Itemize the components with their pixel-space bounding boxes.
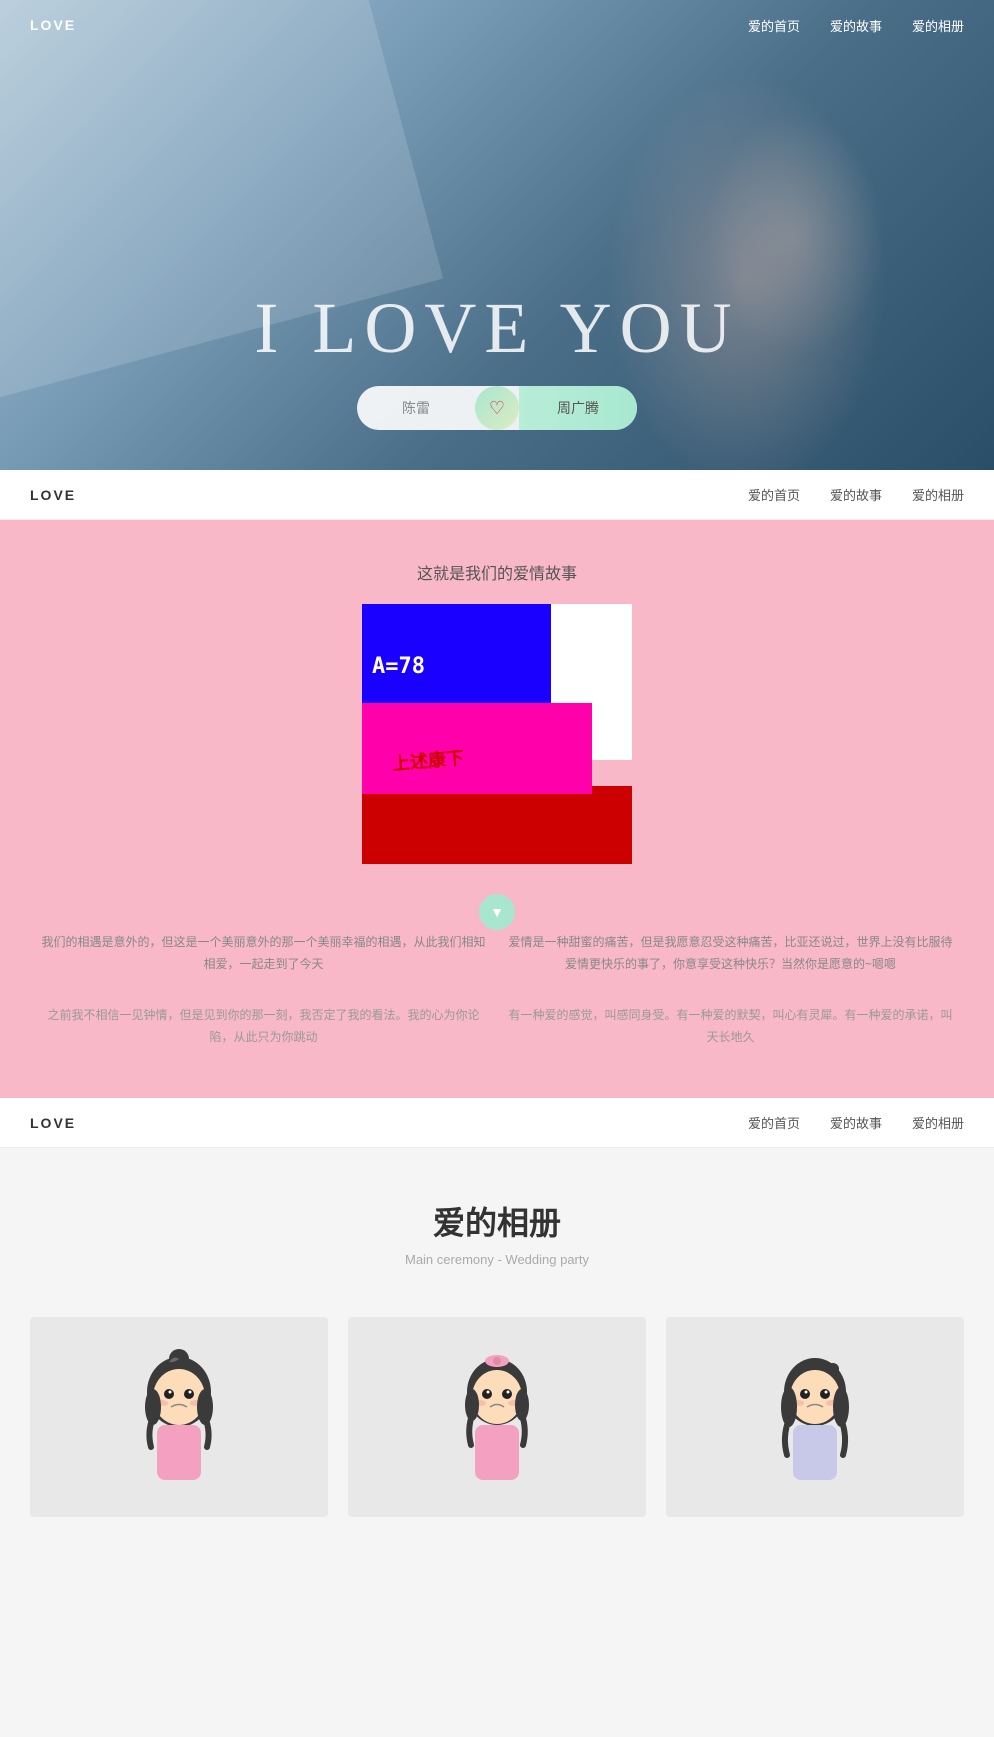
story-quote-right: 有一种爱的感觉，叫感同身受。有一种爱的默契，叫心有灵犀。有一种爱的承诺，叫天长地…: [507, 1005, 954, 1048]
glitch-text-1: A=78: [372, 654, 425, 679]
sticky-nav-album-2[interactable]: 爱的相册: [912, 1113, 964, 1132]
sticky-nav-1: LOVE 爱的首页 爱的故事 爱的相册: [0, 470, 994, 520]
glitch-red: [362, 786, 632, 864]
glitch-image: A=78 上述康下: [362, 604, 632, 864]
album-card-3[interactable]: [666, 1317, 964, 1517]
sticky-nav-2: LOVE 爱的首页 爱的故事 爱的相册: [0, 1098, 994, 1148]
hero-bg: LOVE 爱的首页 爱的故事 爱的相册 I LOVE YOU 陈雷 ♡ 周广腾: [0, 0, 994, 470]
sticky-nav-home-1[interactable]: 爱的首页: [748, 485, 800, 504]
cartoon-girl-1: [30, 1317, 328, 1517]
story-quote-left: 之前我不相信一见钟情，但是见到你的那一刻，我否定了我的看法。我的心为你论陷，从此…: [40, 1005, 487, 1048]
cartoon-girl-3: [666, 1317, 964, 1517]
couple-bar: 陈雷 ♡ 周广腾: [357, 386, 637, 430]
hero-title: I LOVE YOU: [0, 287, 994, 370]
sticky-nav-links-1: 爱的首页 爱的故事 爱的相册: [748, 485, 964, 504]
nav-link-album[interactable]: 爱的相册: [912, 16, 964, 35]
sticky-nav-album-1[interactable]: 爱的相册: [912, 485, 964, 504]
sticky-nav-links-2: 爱的首页 爱的故事 爱的相册: [748, 1113, 964, 1132]
nav-logo: LOVE: [30, 17, 76, 33]
nav-links: 爱的首页 爱的故事 爱的相册: [748, 16, 964, 35]
cartoon-girl-2: [348, 1317, 646, 1517]
story-center: A=78 上述康下: [30, 604, 964, 864]
album-card-2[interactable]: [348, 1317, 646, 1517]
story-text-left: 我们的相遇是意外的，但这是一个美丽意外的那一个美丽幸福的相遇，从此我们相知相爱，…: [40, 932, 487, 975]
album-subtitle: Main ceremony - Wedding party: [30, 1252, 964, 1267]
name-right: 周广腾: [519, 386, 637, 430]
sticky-logo-1: LOVE: [30, 487, 76, 503]
story-section: 这就是我们的爱情故事 A=78 上述康下 ▼ 我们的相遇是意外的，但这是一个美丽…: [0, 520, 994, 1098]
glitch-magenta: [362, 703, 592, 794]
hero-nav: LOVE 爱的首页 爱的故事 爱的相册: [0, 0, 994, 50]
heart-icon: ♡: [475, 386, 519, 430]
sticky-nav-story-2[interactable]: 爱的故事: [830, 1113, 882, 1132]
sticky-nav-home-2[interactable]: 爱的首页: [748, 1113, 800, 1132]
album-section: 爱的相册 Main ceremony - Wedding party: [0, 1148, 994, 1557]
album-grid: [30, 1317, 964, 1517]
nav-link-story[interactable]: 爱的故事: [830, 16, 882, 35]
name-left: 陈雷: [357, 398, 475, 418]
nav-link-home[interactable]: 爱的首页: [748, 16, 800, 35]
sticky-nav-story-1[interactable]: 爱的故事: [830, 485, 882, 504]
story-quotes: 之前我不相信一见钟情，但是见到你的那一刻，我否定了我的看法。我的心为你论陷，从此…: [30, 975, 964, 1048]
hero-section: LOVE 爱的首页 爱的故事 爱的相册 I LOVE YOU 陈雷 ♡ 周广腾: [0, 0, 994, 470]
sticky-logo-2: LOVE: [30, 1115, 76, 1131]
story-texts: 我们的相遇是意外的，但这是一个美丽意外的那一个美丽幸福的相遇，从此我们相知相爱，…: [30, 932, 964, 975]
down-arrow-btn[interactable]: ▼: [479, 894, 515, 930]
album-title: 爱的相册: [30, 1198, 964, 1244]
story-text-right: 爱情是一种甜蜜的痛苦，但是我愿意忍受这种痛苦，比亚还说过，世界上没有比服待爱情更…: [507, 932, 954, 975]
album-card-1[interactable]: [30, 1317, 328, 1517]
story-title: 这就是我们的爱情故事: [30, 560, 964, 584]
